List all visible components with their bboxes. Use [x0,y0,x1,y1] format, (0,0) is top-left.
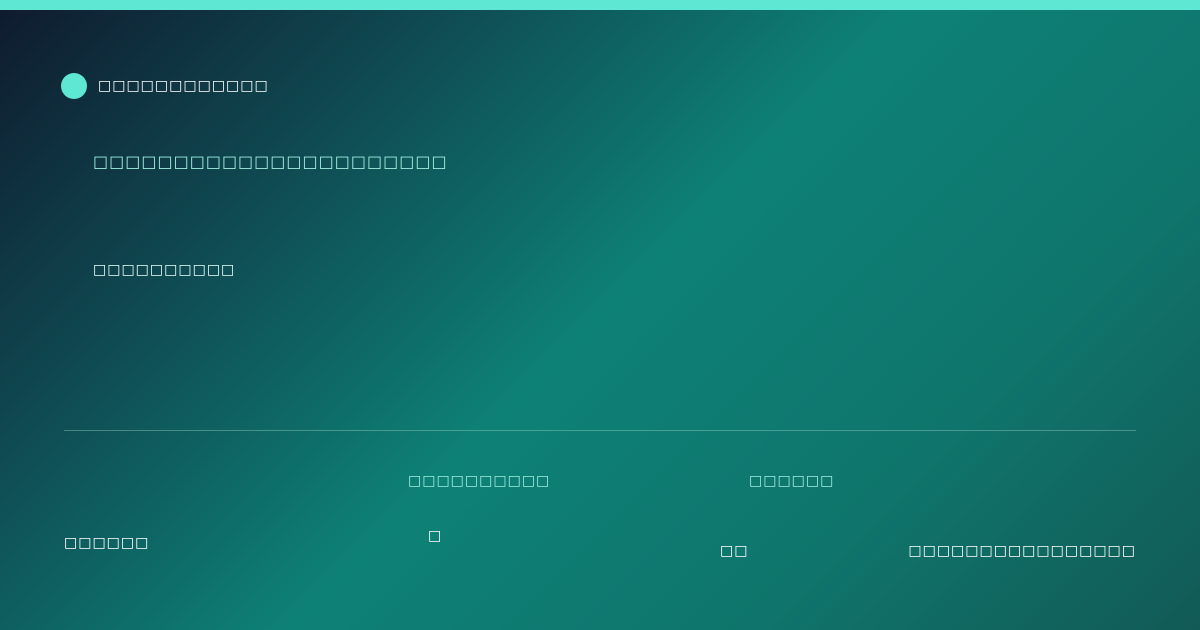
footer-left-text: □□□□□□ [64,535,150,551]
circle-logo-icon [61,73,87,99]
stat-value: □□ [720,543,749,559]
divider [64,430,1136,431]
headline: □□□□□□□□□□□□□□□□□□□□□□ [93,152,448,171]
stat-label: □□□□□□□□□□ [408,473,551,489]
subline: □□□□□□□□□□ [93,262,236,278]
stat-value: □ [428,528,443,544]
top-accent-bar [0,0,1200,10]
stat-label: □□□□□□ [749,473,835,489]
brand-name: □□□□□□□□□□□□ [98,78,269,94]
footer-right-text: □□□□□□□□□□□□□□□□ [908,543,1136,559]
